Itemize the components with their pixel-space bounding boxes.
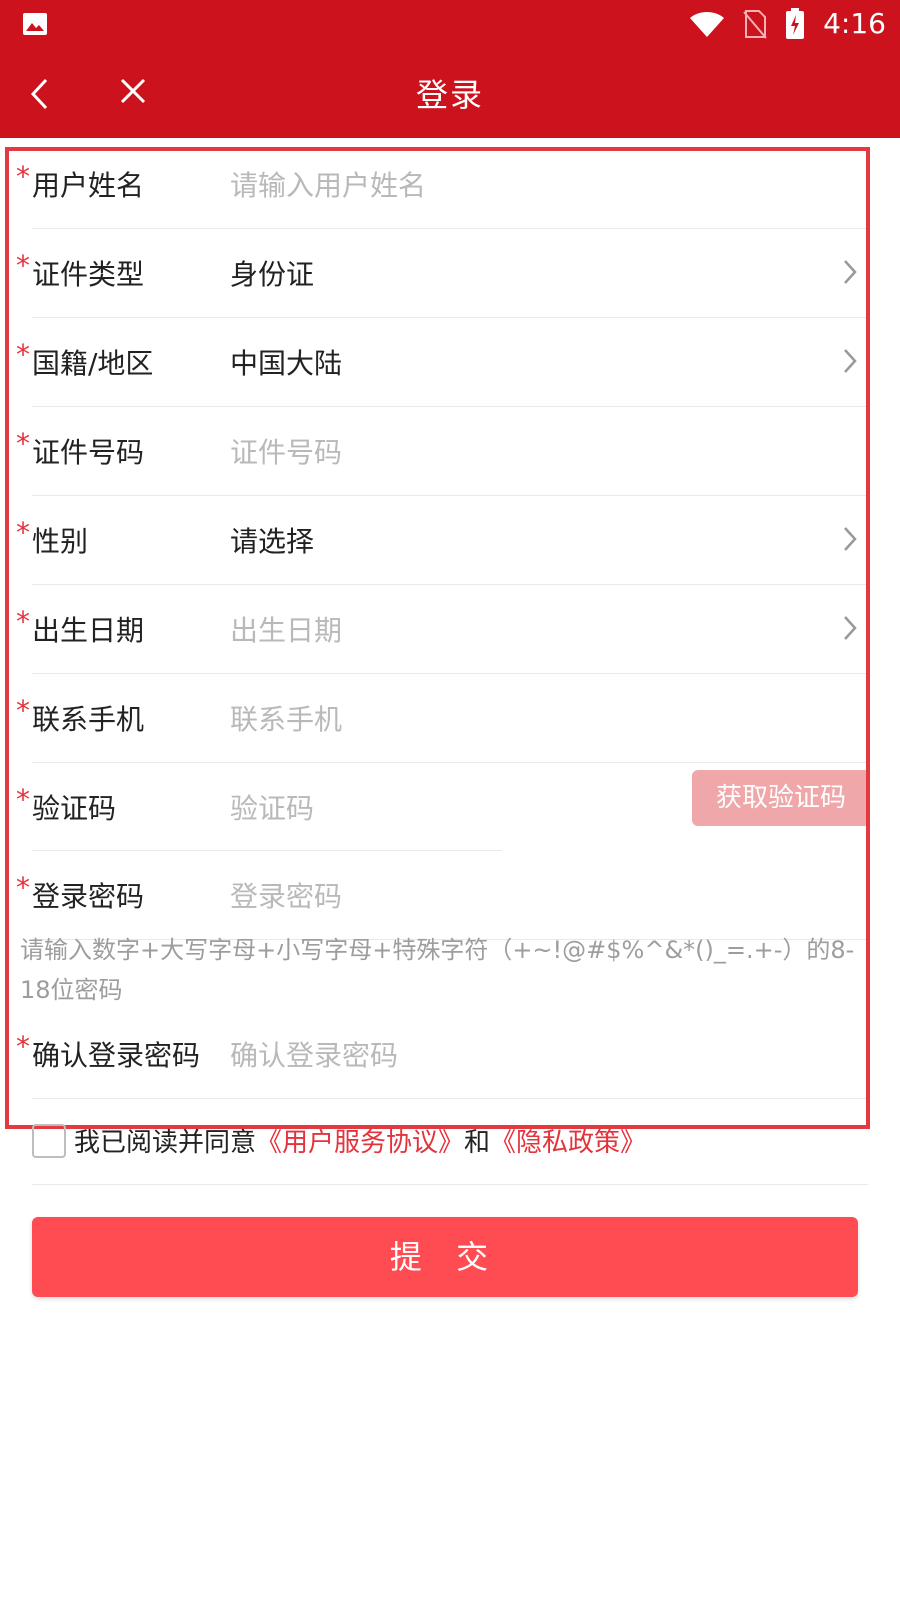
gender-label: 性别 <box>32 525 89 558</box>
id-type-row[interactable]: * 证件类型 身份证 <box>16 229 868 318</box>
required-mark: * <box>16 871 30 904</box>
page-title: 登录 <box>415 76 484 114</box>
required-mark: * <box>16 249 30 282</box>
image-icon <box>23 13 47 35</box>
agreement-text: 我已阅读并同意《用户服务协议》和《隐私政策》 <box>74 1122 646 1159</box>
required-mark: * <box>16 427 30 460</box>
no-sim-icon <box>743 10 767 39</box>
phone-label: 联系手机 <box>32 703 145 736</box>
id-number-label: 证件号码 <box>32 436 145 469</box>
app-bar: 登录 <box>0 48 900 138</box>
id-type-value[interactable]: 身份证 <box>230 253 314 293</box>
required-mark: * <box>16 338 30 371</box>
nationality-row[interactable]: * 国籍/地区 中国大陆 <box>16 318 868 407</box>
birth-date-input[interactable]: 出生日期 <box>230 609 342 649</box>
verification-code-label: 验证码 <box>32 792 117 825</box>
nationality-value[interactable]: 中国大陆 <box>230 342 342 382</box>
birth-date-label: 出生日期 <box>32 614 145 647</box>
id-number-input[interactable]: 证件号码 <box>230 431 342 471</box>
user-name-row[interactable]: * 用户姓名 请输入用户姓名 <box>16 140 868 229</box>
submit-button[interactable]: 提 交 <box>32 1217 858 1297</box>
user-name-label: 用户姓名 <box>32 169 145 202</box>
confirm-password-input[interactable]: 确认登录密码 <box>230 1034 398 1074</box>
required-mark: * <box>16 694 30 727</box>
wifi-icon <box>690 12 725 37</box>
status-time: 4:16 <box>823 7 886 40</box>
phone-row[interactable]: * 联系手机 联系手机 <box>16 674 868 763</box>
agreement-row: 我已阅读并同意《用户服务协议》和《隐私政策》 <box>32 1122 868 1185</box>
confirm-password-label: 确认登录密码 <box>32 1039 201 1072</box>
status-bar: 4:16 <box>0 0 900 48</box>
password-hint: 请输入数字+大写字母+小写字母+特殊字符（+~!@#$%^&*()_=.+-）的… <box>20 936 855 1004</box>
phone-input[interactable]: 联系手机 <box>230 698 342 738</box>
chevron-right-icon[interactable] <box>842 614 858 642</box>
user-name-input[interactable]: 请输入用户姓名 <box>230 164 426 204</box>
user-service-agreement-link[interactable]: 《用户服务协议》 <box>256 1128 464 1158</box>
status-icons: 4:16 <box>689 6 886 42</box>
password-row[interactable]: * 登录密码 登录密码 <box>16 851 868 940</box>
required-mark: * <box>16 605 30 638</box>
agreement-and: 和 <box>464 1128 491 1158</box>
battery-charging-icon <box>786 8 805 39</box>
chevron-right-icon[interactable] <box>842 347 858 375</box>
password-input[interactable]: 登录密码 <box>230 875 342 915</box>
required-mark: * <box>16 160 30 193</box>
password-label: 登录密码 <box>32 880 145 913</box>
gender-select[interactable]: 请选择 <box>230 520 314 560</box>
confirm-password-row[interactable]: * 确认登录密码 确认登录密码 <box>16 1010 868 1099</box>
id-number-row[interactable]: * 证件号码 证件号码 <box>16 407 868 496</box>
chevron-right-icon[interactable] <box>842 525 858 553</box>
required-mark: * <box>16 783 30 816</box>
get-verification-code-button[interactable]: 获取验证码 <box>692 770 870 826</box>
birth-date-row[interactable]: * 出生日期 出生日期 <box>16 585 868 674</box>
privacy-policy-link[interactable]: 《隐私政策》 <box>490 1128 646 1158</box>
nationality-label: 国籍/地区 <box>32 347 154 380</box>
required-mark: * <box>16 1030 30 1063</box>
agreement-prefix: 我已阅读并同意 <box>74 1128 257 1158</box>
agreement-checkbox[interactable] <box>32 1124 66 1158</box>
id-type-label: 证件类型 <box>32 258 145 291</box>
verification-code-input[interactable]: 验证码 <box>230 787 314 827</box>
required-mark: * <box>16 516 30 549</box>
gender-row[interactable]: * 性别 请选择 <box>16 496 868 585</box>
chevron-right-icon[interactable] <box>842 258 858 286</box>
